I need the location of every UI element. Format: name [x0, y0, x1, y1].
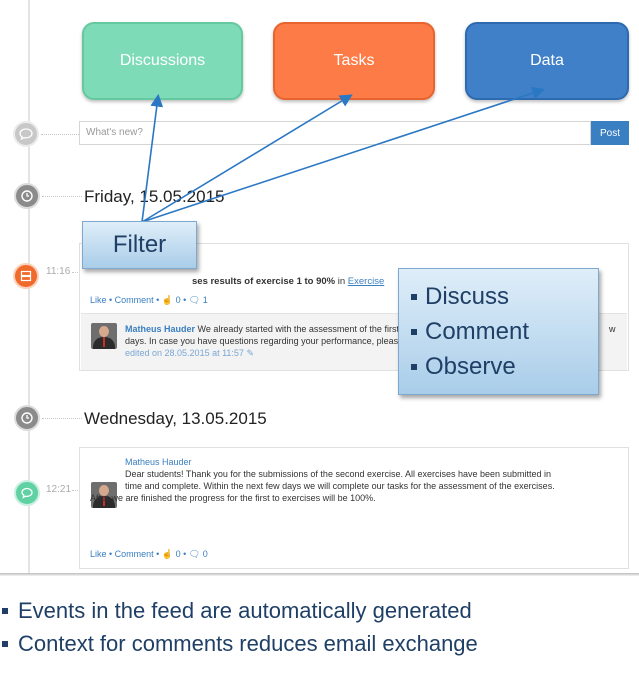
- filter-callout-label: Filter: [112, 231, 167, 258]
- callout-bullet-text: Discuss: [425, 283, 510, 310]
- caption-text: Events in the feed are automatically gen…: [18, 598, 472, 623]
- activity-feed-screenshot: Discussions Tasks Data What's new? Post …: [0, 0, 639, 575]
- callout-bullet: Observe: [411, 349, 598, 384]
- callout-bullet-text: Observe: [425, 353, 516, 380]
- callout-bullet-text: Comment: [425, 318, 530, 345]
- filter-callout: Filter: [82, 221, 197, 269]
- callout-bullet: Comment: [411, 314, 598, 349]
- actions-callout: Discuss Comment Observe: [398, 268, 599, 395]
- caption-line: Events in the feed are automatically gen…: [0, 598, 639, 624]
- callout-bullet: Discuss: [411, 279, 598, 314]
- screenshot-edge: [0, 573, 639, 576]
- caption-text: Context for comments reduces email excha…: [18, 631, 478, 656]
- caption-line: Context for comments reduces email excha…: [0, 631, 639, 657]
